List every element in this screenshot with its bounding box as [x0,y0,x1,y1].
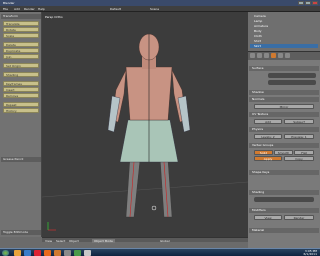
translate-button[interactable]: Translate [3,21,39,26]
toggle-editmode-header[interactable]: Toggle Editmode [1,230,41,235]
maximize-button[interactable] [305,1,311,5]
minimize-button[interactable] [298,1,304,5]
outliner-item[interactable]: Lamp [250,19,318,23]
smooth-button[interactable]: Smooth [274,150,293,155]
layout-select[interactable]: Default [110,7,121,11]
normals-section[interactable]: Normals [249,97,319,102]
view-menu[interactable]: View [45,239,52,243]
outliner-panel: Camera Lamp Armature Body Cloth Shirt Sk… [248,12,320,52]
character-model[interactable] [42,12,248,237]
shadow-section[interactable]: Shadow [249,90,319,95]
mirror-button[interactable]: Mirror [254,104,314,109]
shading-field[interactable] [254,197,314,202]
3d-viewport[interactable]: Persp Ortho [42,12,248,237]
window-title: Blender [3,1,15,5]
properties-tabs [248,52,320,60]
modifiers-section[interactable]: Modifiers [249,208,319,213]
keyframes-button[interactable]: Keyframes [3,81,39,86]
app-icon-3[interactable] [84,250,91,256]
repeat-button[interactable]: Repeat [3,102,39,107]
blender-icon[interactable] [54,250,61,256]
surface-field-2[interactable] [268,80,316,85]
copy-button[interactable]: Copy [284,156,314,161]
modifier-tab-icon[interactable] [278,53,283,58]
object-tab-icon[interactable] [271,53,276,58]
remove-button[interactable]: Remove [3,93,39,98]
media-icon[interactable] [34,250,41,256]
delete-button[interactable]: Delete [3,42,39,47]
surface-field[interactable] [268,73,316,78]
tool-shelf: Transform Translate Rotate Scale Delete … [0,12,42,237]
taskbar: 3:05 PM 6/1/2011 [0,248,320,256]
app-icon-2[interactable] [74,250,81,256]
transform-header[interactable]: Transform [1,14,41,19]
app-icon[interactable] [64,250,71,256]
history-button[interactable]: History [3,108,39,113]
surface-section[interactable]: Surface [249,66,319,71]
material-section[interactable]: Material [249,228,319,233]
left-leg [125,156,141,218]
clock[interactable]: 3:05 PM 6/1/2011 [304,250,317,256]
render-tab-icon[interactable] [250,53,255,58]
properties-panel: Surface Shadow Normals Mirror UV Texture… [248,52,320,248]
select-menu[interactable]: Select [56,239,65,243]
grease-pencil-header[interactable]: Grease Pencil [1,157,41,162]
outliner-item[interactable]: Cloth [250,34,318,38]
insert-button[interactable]: Insert [3,87,39,92]
view-toggle[interactable]: View [254,215,282,220]
solid-button[interactable]: Solid [254,150,273,155]
3d-cursor-icon[interactable] [151,205,157,211]
material-tab-icon[interactable] [285,53,290,58]
outliner-item[interactable]: Armature [250,24,318,28]
viewport-header: View Select Object Object Mode Global [42,237,248,243]
outliner-item[interactable]: Camera [250,14,318,18]
menu-file[interactable]: File [3,7,8,11]
duplicate-button[interactable]: Duplicate [3,48,39,53]
close-button[interactable] [312,1,318,5]
outliner-item[interactable]: Body [250,29,318,33]
ie-icon[interactable] [24,250,31,256]
orientation-select[interactable]: Global [160,239,170,243]
outliner-item-selected[interactable]: Skirt [250,44,318,48]
flat-button[interactable]: Flat [294,150,314,155]
menu-add[interactable]: Add [14,7,20,11]
folder-icon[interactable] [14,250,21,256]
mode-select[interactable]: Object Mode [92,239,115,243]
vertex-groups-section[interactable]: Vertex Groups [249,143,319,148]
menu-help[interactable]: Help [38,7,45,11]
add-button[interactable]: Add [254,119,282,124]
levels-field[interactable]: Levels: 2 [254,134,282,139]
world-tab-icon[interactable] [264,53,269,58]
firefox-icon[interactable] [44,250,51,256]
apply-button[interactable]: Apply [254,156,282,161]
shading-button[interactable]: Shading [3,72,39,77]
set-origin-button[interactable]: Set Origin [3,63,39,68]
render-toggle[interactable]: Render [284,215,314,220]
outliner-item[interactable]: Shirt [250,39,318,43]
scene-select[interactable]: Scene [150,7,159,11]
start-button-icon[interactable] [2,250,9,256]
shading-section[interactable]: Shading [249,190,319,195]
join-button[interactable]: Join [3,54,39,59]
subsurf-button[interactable]: Subsurf [284,119,314,124]
object-menu[interactable]: Object [69,239,79,243]
scene-tab-icon[interactable] [257,53,262,58]
rotate-button[interactable]: Rotate [3,27,39,32]
uv-texture-section[interactable]: UV Texture [249,112,319,117]
menu-render[interactable]: Render [24,7,35,11]
physics-section[interactable]: Physics [249,127,319,132]
scale-button[interactable]: Scale [3,33,39,38]
preview-field[interactable]: Preview: 1 [284,134,314,139]
blender-window: Blender File Add Render Help Default Sce… [0,0,320,248]
shape-keys-section[interactable]: Shape Keys [249,170,319,175]
